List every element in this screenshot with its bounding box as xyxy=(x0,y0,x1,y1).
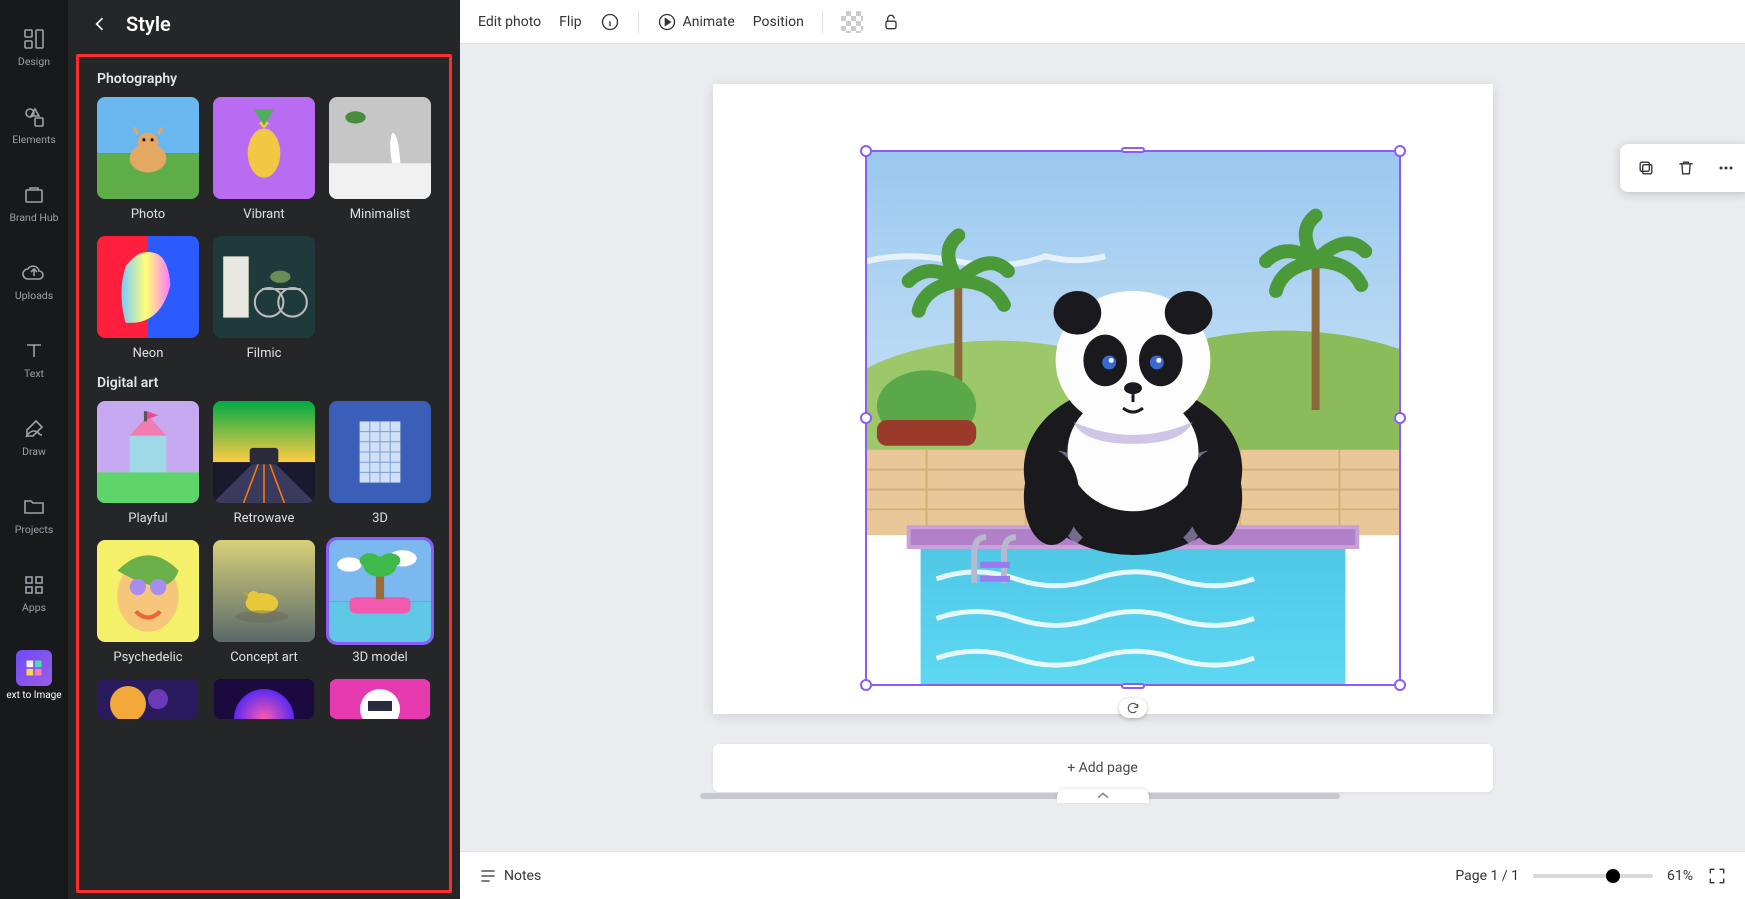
back-button[interactable] xyxy=(86,10,114,38)
resize-handle-top[interactable] xyxy=(1121,147,1145,153)
style-minimalist[interactable]: Minimalist xyxy=(329,97,431,222)
style-vibrant[interactable]: Vibrant xyxy=(213,97,315,222)
style-neon[interactable]: Neon xyxy=(97,236,199,361)
rail-projects[interactable]: Projects xyxy=(0,476,68,554)
add-page-label: + Add page xyxy=(1067,760,1138,776)
rail-text-to-image[interactable] xyxy=(16,650,52,686)
rail-brandhub[interactable]: Brand Hub xyxy=(0,164,68,242)
style-label: Retrowave xyxy=(234,511,295,526)
add-page-button[interactable]: + Add page xyxy=(713,744,1493,792)
rail-uploads[interactable]: Uploads xyxy=(0,242,68,320)
info-button[interactable] xyxy=(600,12,620,32)
rail-design[interactable]: Design xyxy=(0,8,68,86)
rail-label: Text xyxy=(24,367,44,380)
selected-image[interactable] xyxy=(865,150,1401,686)
page-indicator[interactable]: Page 1 / 1 xyxy=(1455,868,1519,884)
style-label: Minimalist xyxy=(350,207,411,222)
top-toolbar: Edit photo Flip Animate Position xyxy=(460,0,1745,44)
animate-label: Animate xyxy=(683,14,735,30)
resize-handle-br[interactable] xyxy=(1394,679,1406,691)
fullscreen-button[interactable] xyxy=(1707,866,1727,886)
rail-elements[interactable]: Elements xyxy=(0,86,68,164)
position-label: Position xyxy=(753,14,804,30)
delete-button[interactable] xyxy=(1666,150,1706,186)
panel-title: Style xyxy=(126,12,171,36)
position-button[interactable]: Position xyxy=(753,14,804,30)
style-filmic[interactable]: Filmic xyxy=(213,236,315,361)
style-label: Playful xyxy=(128,511,167,526)
zoom-slider[interactable] xyxy=(1533,874,1653,878)
rail-label: Design xyxy=(18,55,50,68)
style-retrowave[interactable]: Retrowave xyxy=(213,401,315,526)
resize-handle-tr[interactable] xyxy=(1394,145,1406,157)
style-3d[interactable]: 3D xyxy=(329,401,431,526)
rail-draw[interactable]: Draw xyxy=(0,398,68,476)
rail-label: Draw xyxy=(22,445,46,458)
style-panel: Style Photography Photo Vibrant Minimali… xyxy=(68,0,460,899)
notes-label: Notes xyxy=(504,868,541,884)
main-area: Edit photo Flip Animate Position xyxy=(460,0,1745,899)
rail-label: Elements xyxy=(12,133,56,146)
selection-toolbar xyxy=(1620,144,1745,192)
style-label: Psychedelic xyxy=(113,650,182,665)
rail-label: Apps xyxy=(22,601,46,614)
style-extra-2[interactable] xyxy=(213,679,315,719)
divider xyxy=(822,11,823,33)
lock-button[interactable] xyxy=(881,12,901,32)
resize-handle-tl[interactable] xyxy=(860,145,872,157)
transparency-button[interactable] xyxy=(841,11,863,33)
bottom-bar: Notes Page 1 / 1 61% xyxy=(460,851,1745,899)
resize-handle-bl[interactable] xyxy=(860,679,872,691)
rotate-button[interactable] xyxy=(1119,698,1147,718)
style-label: 3D model xyxy=(352,650,407,665)
animate-button[interactable]: Animate xyxy=(657,12,735,32)
panda-illustration xyxy=(867,152,1399,684)
style-conceptart[interactable]: Concept art xyxy=(213,540,315,665)
category-title-digitalart: Digital art xyxy=(97,375,431,391)
style-label: Filmic xyxy=(247,346,282,361)
style-label: 3D xyxy=(372,511,388,526)
flip-label: Flip xyxy=(559,14,581,30)
zoom-value[interactable]: 61% xyxy=(1667,868,1693,884)
style-label: Neon xyxy=(133,346,164,361)
style-label: Photo xyxy=(131,207,165,222)
style-psychedelic[interactable]: Psychedelic xyxy=(97,540,199,665)
resize-handle-mr[interactable] xyxy=(1394,412,1406,424)
style-photo[interactable]: Photo xyxy=(97,97,199,222)
style-extra-3[interactable] xyxy=(329,679,431,719)
rail-text[interactable]: Text xyxy=(0,320,68,398)
category-title-photography: Photography xyxy=(97,71,431,87)
resize-handle-bottom[interactable] xyxy=(1121,683,1145,689)
duplicate-button[interactable] xyxy=(1626,150,1666,186)
transparency-icon xyxy=(841,11,863,33)
style-scroll-area[interactable]: Photography Photo Vibrant Minimalist Neo… xyxy=(76,54,452,893)
expand-pages-button[interactable] xyxy=(1057,789,1149,803)
edit-photo-label: Edit photo xyxy=(478,14,541,30)
canvas-page[interactable] xyxy=(713,84,1493,714)
more-button[interactable] xyxy=(1706,150,1745,186)
resize-handle-ml[interactable] xyxy=(860,412,872,424)
left-rail: Design Elements Brand Hub Uploads Text D… xyxy=(0,0,68,899)
zoom-thumb[interactable] xyxy=(1606,869,1620,883)
divider xyxy=(638,11,639,33)
rail-label: Projects xyxy=(15,523,54,536)
rail-label: Uploads xyxy=(15,289,53,302)
style-label: Concept art xyxy=(230,650,298,665)
rail-label: Brand Hub xyxy=(9,211,58,224)
style-label: Vibrant xyxy=(243,207,284,222)
flip-button[interactable]: Flip xyxy=(559,14,581,30)
style-3dmodel[interactable]: 3D model xyxy=(329,540,431,665)
style-extra-1[interactable] xyxy=(97,679,199,719)
edit-photo-button[interactable]: Edit photo xyxy=(478,14,541,30)
rail-t2i-label: ext to Image xyxy=(6,690,61,701)
canvas-area[interactable]: + Add page xyxy=(460,44,1745,851)
notes-button[interactable]: Notes xyxy=(478,866,541,886)
rail-apps[interactable]: Apps xyxy=(0,554,68,632)
style-playful[interactable]: Playful xyxy=(97,401,199,526)
